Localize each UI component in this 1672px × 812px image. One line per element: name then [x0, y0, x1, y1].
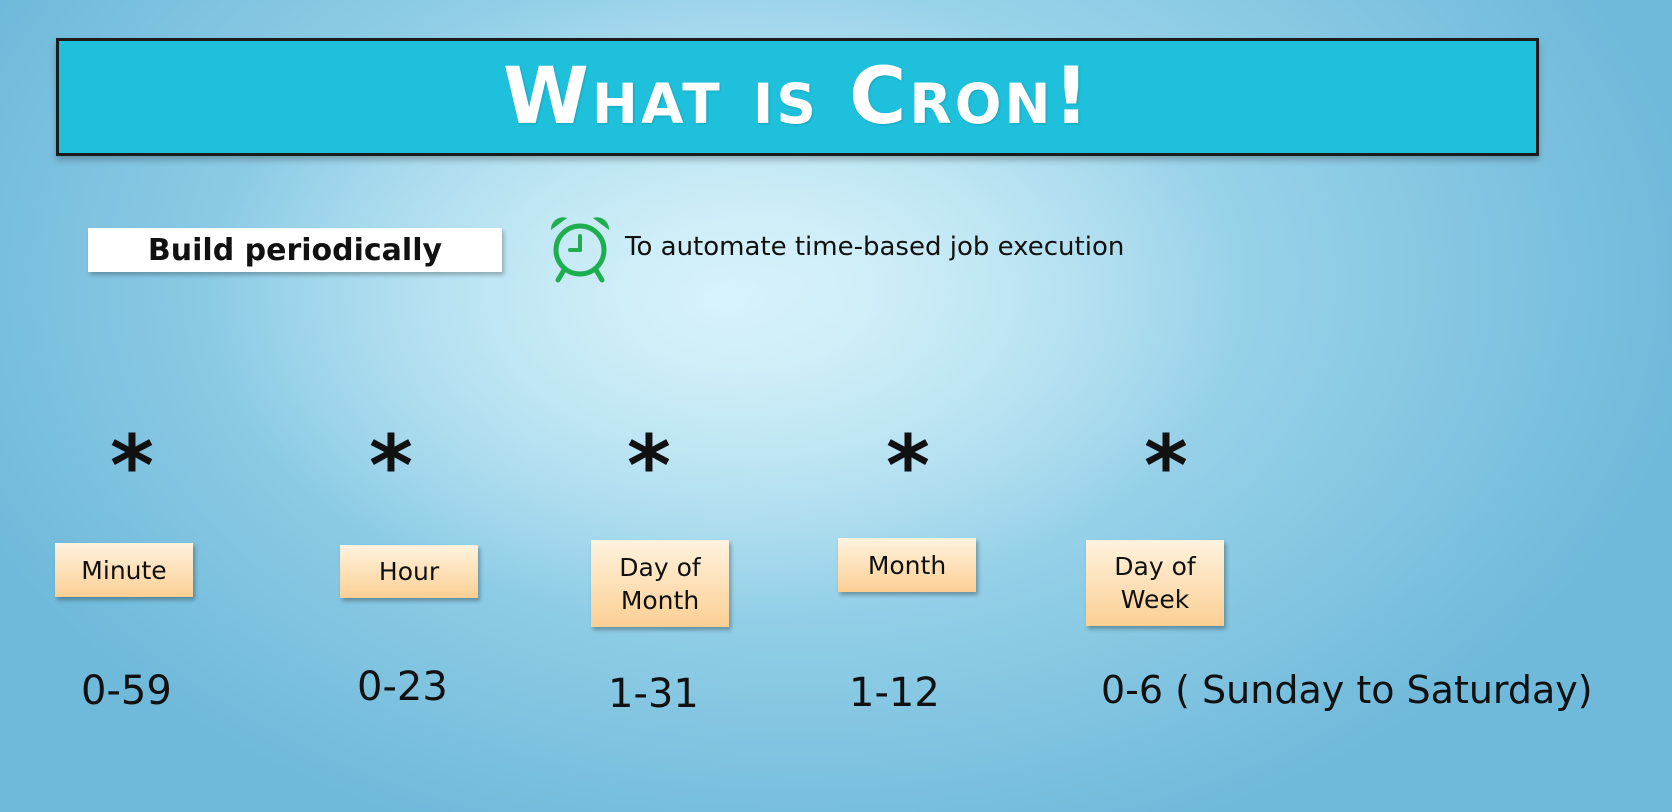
cron-star-month: * [886, 417, 930, 515]
range-day-of-week: 0-6 ( Sunday to Saturday) [1101, 668, 1593, 712]
field-label-minute: Minute [55, 543, 193, 597]
range-hour: 0-23 [357, 664, 448, 710]
alarm-clock-icon [550, 217, 610, 283]
cron-star-day-of-week: * [1144, 417, 1188, 515]
range-day-of-month: 1-31 [608, 671, 699, 717]
range-minute: 0-59 [81, 668, 172, 714]
slide-title: What is Cron! [502, 52, 1093, 142]
build-periodically-box: Build periodically [88, 228, 502, 272]
range-month: 1-12 [849, 670, 940, 716]
field-label-day-of-month: Day of Month [591, 540, 729, 627]
cron-star-day-of-month: * [627, 417, 671, 515]
field-label-day-of-week: Day of Week [1086, 540, 1224, 626]
field-label-hour: Hour [340, 545, 478, 598]
build-periodically-label: Build periodically [147, 232, 443, 268]
description-text: To automate time-based job execution [625, 232, 1125, 262]
cron-star-minute: * [110, 417, 154, 515]
field-label-month: Month [838, 538, 976, 592]
cron-star-hour: * [369, 417, 413, 515]
title-banner: What is Cron! [56, 38, 1539, 156]
